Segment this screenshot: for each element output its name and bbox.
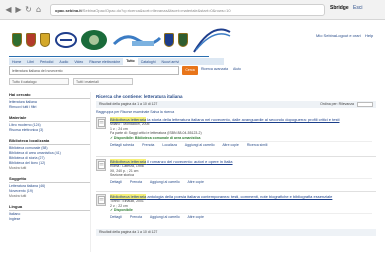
active-filters: Hai cercato letteratura italiana Rimuovi… bbox=[9, 92, 90, 110]
other-copies-link[interactable]: Altre copie bbox=[187, 180, 204, 184]
facet-material: Materiale Libro moderno (124) Risorsa el… bbox=[9, 115, 90, 133]
add-to-cart-link[interactable]: Aggiungi al carrello bbox=[150, 215, 180, 219]
advanced-search-link[interactable]: Ricerca avanzata bbox=[201, 67, 228, 71]
brand-logo-1 bbox=[55, 31, 77, 49]
results-panel: Ricerca che contiene: letteratura italia… bbox=[96, 94, 376, 252]
hours-link[interactable]: Logout e orari bbox=[336, 33, 361, 38]
results-tools[interactable]: Raggruppa per Risorse esaminate Salva la… bbox=[96, 110, 174, 114]
search-help-link[interactable]: Aiuto bbox=[233, 67, 241, 71]
book-icon bbox=[96, 194, 106, 206]
result-title-text: il romanzo del novecento: autori e opere… bbox=[146, 159, 233, 164]
check-icon: ✓ bbox=[110, 208, 113, 212]
availability-text: Disponibile: Biblioteca comunale di area… bbox=[113, 135, 201, 140]
material-tabs: Home Libri Periodici Audio Video Risorse… bbox=[9, 58, 224, 65]
tab-audio[interactable]: Audio bbox=[56, 60, 71, 64]
crest-logo-2 bbox=[26, 33, 36, 47]
scope-row: Tutto il catalogo Tutti i materiali bbox=[9, 78, 133, 86]
details-link[interactable]: Dettagli bbox=[110, 180, 122, 184]
back-icon[interactable]: ◀ bbox=[4, 5, 13, 14]
facet-title: Materiale bbox=[9, 115, 90, 122]
search-links: Ricerca avanzata Aiuto bbox=[201, 67, 241, 71]
brand-logo-4 bbox=[192, 26, 232, 54]
reserve-link[interactable]: Prenota bbox=[130, 215, 142, 219]
similar-search-link[interactable]: Ricerca simili bbox=[247, 143, 268, 147]
results-count-footer: Risultati della pagina da 1 a 10 di 127 bbox=[99, 230, 158, 234]
facet-title: Biblioteca localizzata bbox=[9, 138, 90, 145]
tab-books[interactable]: Libri bbox=[24, 60, 37, 64]
book-icon bbox=[96, 117, 106, 129]
facet-show-all-link[interactable]: Mostra tutti bbox=[9, 194, 90, 199]
browser-toolbar: ◀ ▶ ↻ ⌂ opac.sebina.it/SebinaOpac/Opac.d… bbox=[0, 0, 385, 20]
tab-all[interactable]: Tutto bbox=[123, 58, 138, 65]
help-link[interactable]: Help bbox=[365, 33, 373, 38]
forward-icon[interactable]: ▶ bbox=[14, 5, 23, 14]
results-count: Risultati della pagina da 1 a 10 di 127 bbox=[99, 102, 158, 106]
facet-title: Soggetto bbox=[9, 176, 90, 183]
my-account-link[interactable]: Mio Sebina bbox=[316, 33, 336, 38]
tab-home[interactable]: Home bbox=[9, 60, 24, 64]
result-title-text: la storia della letteratura italiana nel… bbox=[146, 117, 340, 122]
facet-item[interactable]: Risorsa elettronica (3) bbox=[9, 128, 90, 133]
url-host: opac.sebina.it bbox=[55, 8, 82, 13]
reload-icon[interactable]: ↻ bbox=[24, 5, 33, 14]
result-title-text: antologia della poesia italiana contempo… bbox=[146, 194, 333, 199]
tab-catalogs[interactable]: Cataloghi bbox=[138, 60, 159, 64]
sort-label: Ordina per: Rilevanza bbox=[320, 102, 354, 106]
tab-eresources[interactable]: Risorse elettroniche bbox=[86, 60, 123, 64]
details-link[interactable]: Dettagli bbox=[110, 215, 122, 219]
sort-select[interactable] bbox=[357, 102, 373, 107]
catalog-scope-select[interactable]: Tutto il catalogo bbox=[9, 78, 69, 85]
result-actions: Dettagli scheda Prenota Localizza Aggiun… bbox=[110, 140, 372, 148]
result-actions: Dettagli Prenota Aggiungi al carrello Al… bbox=[110, 177, 372, 185]
facet-title: Lingua bbox=[9, 204, 90, 211]
tab-video[interactable]: Video bbox=[71, 60, 86, 64]
other-copies-link[interactable]: Altre copie bbox=[187, 215, 204, 219]
tab-periodicals[interactable]: Periodici bbox=[37, 60, 56, 64]
facet-library: Biblioteca localizzata Biblioteca comuna… bbox=[9, 138, 90, 171]
results-header: Risultati della pagina da 1 a 10 di 127 … bbox=[96, 101, 376, 108]
facet-subject: Soggetto Letteratura italiana (46) Novec… bbox=[9, 176, 90, 199]
search-row: letteratura italiana del novecento Cerca… bbox=[9, 66, 329, 76]
locate-link[interactable]: Localizza bbox=[162, 143, 177, 147]
reserve-link[interactable]: Prenota bbox=[130, 180, 142, 184]
result-divider bbox=[96, 156, 376, 157]
check-icon: ✓ bbox=[110, 135, 113, 140]
material-scope-select[interactable]: Tutti i materiali bbox=[73, 78, 133, 85]
brand-logo-2 bbox=[80, 29, 108, 51]
account-name: Sbridge bbox=[330, 5, 349, 11]
crest-logo-5 bbox=[178, 33, 188, 47]
tab-new-arrivals[interactable]: Nuovi arrivi bbox=[158, 60, 182, 64]
facets-sidebar: Hai cercato letteratura italiana Rimuovi… bbox=[9, 92, 91, 252]
add-to-cart-link[interactable]: Aggiungi al carrello bbox=[150, 180, 180, 184]
results-title: Ricerca che contiene: letteratura italia… bbox=[96, 94, 183, 99]
banner-divider bbox=[9, 56, 209, 57]
clear-filters-link[interactable]: Rimuovi tutti i filtri bbox=[9, 105, 90, 110]
facet-item[interactable]: Inglese bbox=[9, 217, 90, 222]
facet-language: Lingua Italiano Inglese bbox=[9, 204, 90, 222]
add-to-cart-link[interactable]: Aggiungi al carrello bbox=[185, 143, 215, 147]
url-path: /SebinaOpac/Opac.do?q=ricerca&sort=rilev… bbox=[81, 8, 231, 13]
logout-link[interactable]: Esci bbox=[353, 5, 362, 11]
search-button[interactable]: Cerca bbox=[182, 66, 198, 75]
book-icon bbox=[96, 159, 106, 171]
account-area: Sbridge Esci bbox=[330, 5, 362, 11]
result-divider bbox=[96, 191, 376, 192]
crest-logo-4 bbox=[164, 33, 174, 47]
facet-show-all-link[interactable]: Mostra tutti bbox=[9, 166, 90, 171]
active-filters-title: Hai cercato bbox=[9, 92, 90, 99]
crest-logo-1 bbox=[12, 33, 22, 47]
availability-text: Disponibile bbox=[113, 208, 133, 212]
crest-logo-3 bbox=[40, 33, 50, 47]
brand-logo-3 bbox=[112, 30, 162, 50]
home-icon[interactable]: ⌂ bbox=[34, 5, 43, 14]
other-copies-link[interactable]: Altre copie bbox=[222, 143, 239, 147]
reserve-link[interactable]: Prenota bbox=[142, 143, 154, 147]
address-bar[interactable]: opac.sebina.it/SebinaOpac/Opac.do?q=rice… bbox=[50, 4, 325, 16]
search-input[interactable]: letteratura italiana del novecento bbox=[9, 66, 179, 75]
result-actions: Dettagli Prenota Aggiungi al carrello Al… bbox=[110, 213, 372, 220]
results-footer: Risultati della pagina da 1 a 10 di 127 bbox=[96, 229, 376, 236]
details-link[interactable]: Dettagli scheda bbox=[110, 143, 134, 147]
